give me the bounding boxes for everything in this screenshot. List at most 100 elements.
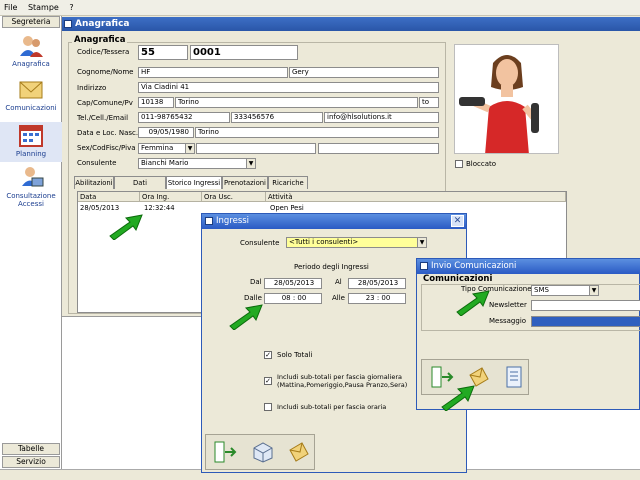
periodo-label: Periodo degli Ingressi (294, 263, 369, 271)
close-icon[interactable]: ✕ (451, 215, 464, 227)
menu-file[interactable]: File (0, 0, 21, 15)
bloccato-checkbox[interactable] (455, 160, 463, 168)
window-title: Anagrafica (75, 19, 130, 29)
label-codice: Codice/Tessera (77, 48, 130, 56)
subtotali-giornaliera-checkbox[interactable]: ✓ (264, 377, 272, 385)
sidebar-item-consultazione-accessi[interactable]: Consultazione Accessi (0, 166, 62, 216)
anagrafica-title-bar: Anagrafica (62, 17, 640, 31)
woman-dumbbells-photo (455, 45, 558, 153)
sidebar-item-label: Planning (15, 150, 47, 158)
member-photo (454, 44, 559, 154)
pointer-arrow-icon (456, 290, 490, 316)
exit-icon[interactable] (213, 440, 237, 464)
calendar-icon (19, 125, 43, 147)
menu-stampe[interactable]: Stampe (24, 0, 63, 15)
label-sex: Sex/CodFisc/Piva (77, 144, 136, 152)
messaggio-field[interactable] (531, 316, 640, 327)
column-header-ora-ing[interactable]: Ora Ing. (140, 192, 202, 202)
al-date-field[interactable]: 28/05/2013 (348, 278, 406, 289)
sidebar-item-anagrafica[interactable]: Anagrafica (0, 32, 62, 74)
section-title: Comunicazioni (423, 274, 493, 284)
label-cap: Cap/Comune/Pv (77, 99, 133, 107)
sidebar-item-label: Consultazione Accessi (6, 192, 56, 208)
solo-totali-checkbox[interactable]: ✓ (264, 351, 272, 359)
menu-help[interactable]: ? (65, 0, 77, 15)
cell-field[interactable]: 333456576 (231, 112, 323, 123)
sidebar: Segreteria Anagrafica Comunicazioni Plan… (0, 16, 62, 480)
nome-field[interactable]: Gery (289, 67, 439, 78)
tab-dati-aggiuntivi[interactable]: Dati Aggiuntivi (114, 176, 166, 199)
alle-time-field[interactable]: 23 : 00 (348, 293, 406, 304)
chevron-down-icon[interactable]: ▼ (589, 286, 598, 295)
sidebar-servizio[interactable]: Servizio (2, 456, 60, 468)
row-attivita[interactable]: Open Pesi (268, 203, 304, 213)
document-icon[interactable] (502, 365, 526, 389)
tessera-field[interactable]: 0001 (190, 45, 298, 60)
dalle-time-field[interactable]: 08 : 00 (264, 293, 322, 304)
comune-field[interactable]: Torino (175, 97, 418, 108)
sidebar-tabelle[interactable]: Tabelle (2, 443, 60, 455)
subtotali-giornaliera-label: Includi sub-totali per fascia giornalier… (277, 373, 403, 381)
column-header-data[interactable]: Data (78, 192, 140, 202)
pointer-arrow-icon (441, 385, 475, 411)
luogo-nascita-field[interactable]: Torino (195, 127, 439, 138)
label-consulente: Consulente (240, 239, 280, 247)
al-label: Al (335, 278, 342, 286)
users-icon (20, 36, 43, 57)
codice-field[interactable]: 55 (138, 45, 188, 60)
tel-field[interactable]: 011-98765432 (138, 112, 230, 123)
newsletter-field[interactable] (531, 300, 640, 311)
alle-label: Alle (332, 294, 345, 302)
consulente-select[interactable]: Bianchi Mario ▼ (138, 158, 256, 169)
sex-select[interactable]: Femmina ▼ (138, 143, 195, 154)
subtotali-giornaliera-detail: (Mattina,Pomeriggio,Pausa Pranzo,Sera) (277, 381, 408, 389)
chevron-down-icon[interactable]: ▼ (417, 238, 426, 247)
tab-prenotazioni[interactable]: Prenotazioni (222, 176, 268, 189)
print-box-icon[interactable] (251, 440, 275, 464)
column-header-ora-usc[interactable]: Ora Usc. (202, 192, 266, 202)
codice-fiscale-field[interactable] (196, 143, 316, 154)
sex-value: Femmina (141, 144, 174, 152)
window-icon (64, 20, 72, 28)
dialog-title: Ingressi (216, 216, 250, 226)
pointer-arrow-icon (229, 304, 263, 330)
tipo-comunicazione-select[interactable]: SMS ▼ (531, 285, 599, 296)
send-mail-icon[interactable] (286, 440, 310, 464)
label-cognome: Cognome/Nome (77, 68, 134, 76)
column-header-attivita[interactable]: Attività (266, 192, 566, 202)
dialog-icon (420, 262, 428, 270)
sidebar-item-label: Anagrafica (12, 60, 50, 68)
tab-storico-ingressi[interactable]: Storico Ingressi (166, 176, 222, 189)
label-indirizzo: Indirizzo (77, 84, 107, 92)
sidebar-header-segreteria[interactable]: Segreteria (2, 16, 60, 28)
consulente-filter-select[interactable]: <Tutti i consulenti> ▼ (286, 237, 427, 248)
sidebar-item-comunicazioni[interactable]: Comunicazioni (0, 78, 62, 118)
tab-ricariche[interactable]: Ricariche (268, 176, 308, 189)
messaggio-label: Messaggio (489, 317, 527, 325)
solo-totali-label: Solo Totali (277, 351, 313, 359)
data-nascita-field[interactable]: 09/05/1980 (138, 127, 194, 138)
cap-field[interactable]: 10138 (138, 97, 174, 108)
section-title: Anagrafica (72, 35, 128, 45)
consulente-filter-value: <Tutti i consulenti> (289, 238, 359, 246)
label-nascita: Data e Loc. Nasc. (77, 129, 139, 137)
person-computer-icon (22, 167, 44, 187)
indirizzo-field[interactable]: Via Ciadini 41 (138, 82, 439, 93)
consulente-value: Bianchi Mario (141, 159, 189, 167)
cognome-field[interactable]: HF (138, 67, 288, 78)
chevron-down-icon[interactable]: ▼ (246, 159, 255, 168)
sidebar-item-planning[interactable]: Planning (0, 122, 62, 162)
dal-date-field[interactable]: 28/05/2013 (264, 278, 322, 289)
dialog-icon (205, 217, 213, 225)
tipo-comunicazione-value: SMS (534, 286, 549, 294)
menu-bar: File Stampe ? (0, 0, 640, 16)
email-field[interactable]: info@hlsolutions.it (324, 112, 439, 123)
partita-iva-field[interactable] (318, 143, 439, 154)
tab-abilitazioni[interactable]: Abilitazioni (74, 176, 114, 189)
pointer-arrow-icon (109, 214, 143, 240)
subtotali-oraria-checkbox[interactable] (264, 403, 272, 411)
pv-field[interactable]: to (419, 97, 439, 108)
dialog-title: Invio Comunicazioni (431, 261, 517, 271)
chevron-down-icon[interactable]: ▼ (185, 144, 194, 153)
sidebar-item-label: Comunicazioni (5, 104, 57, 112)
